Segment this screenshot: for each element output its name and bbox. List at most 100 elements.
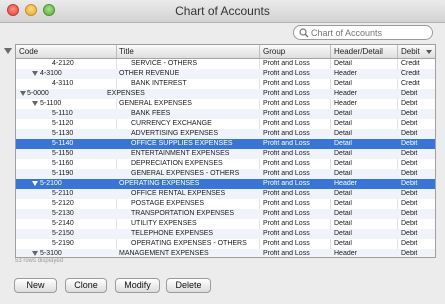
group-cell: Profit and Loss	[263, 210, 310, 217]
code-cell: 5-2150	[52, 230, 74, 237]
column-divider[interactable]	[259, 45, 260, 58]
delete-button[interactable]: Delete	[166, 278, 211, 293]
search-icon	[299, 28, 309, 38]
debit-credit-cell: Debit	[401, 110, 418, 117]
table-row[interactable]: 5-3100 MANAGEMENT EXPENSES Profit and Loss…	[16, 249, 435, 257]
table-row[interactable]: 5-1130 ADVERTISING EXPENSES Profit and Los…	[16, 129, 435, 139]
group-cell: Profit and Loss	[263, 70, 310, 77]
header-detail-cell: Detail	[334, 120, 352, 127]
group-cell: Profit and Loss	[263, 140, 310, 147]
debit-credit-cell: Debit	[401, 90, 418, 97]
title-cell: OPERATING EXPENSES	[119, 180, 200, 187]
table-row[interactable]: 4-2120 SERVICE - OTHERS Profit and Loss Det…	[16, 59, 435, 69]
title-bar[interactable]: Chart of Accounts	[0, 0, 445, 23]
debit-credit-cell: Debit	[401, 190, 418, 197]
table-row[interactable]: 5-1140 OFFICE SUPPLIES EXPENSES Profit and…	[16, 139, 435, 149]
disclosure-triangle-icon[interactable]	[32, 101, 38, 106]
code-cell: 5-1150	[52, 150, 74, 157]
title-cell: CURRENCY EXCHANGE	[131, 120, 212, 127]
code-cell: 4-3110	[52, 80, 74, 87]
column-divider[interactable]	[397, 45, 398, 58]
title-cell: GENERAL EXPENSES	[119, 100, 192, 107]
table-row[interactable]: 5-1190 GENERAL EXPENSES - OTHERS Profit an…	[16, 169, 435, 179]
column-header-code[interactable]: Code	[19, 47, 38, 56]
table-row[interactable]: 5-2140 UTILITY EXPENSES Profit and Loss Det…	[16, 219, 435, 229]
debit-credit-cell: Debit	[401, 170, 418, 177]
header-detail-cell: Detail	[334, 160, 352, 167]
debit-credit-cell: Debit	[401, 130, 418, 137]
table-row[interactable]: 5-1160 DEPRECIATION EXPENSES Profit and Lo…	[16, 159, 435, 169]
title-cell: DEPRECIATION EXPENSES	[131, 160, 223, 167]
table-row[interactable]: 5-1110 BANK FEES Profit and Loss Detail Debi…	[16, 109, 435, 119]
debit-credit-cell: Debit	[401, 120, 418, 127]
collapse-table-toggle-icon[interactable]	[4, 48, 12, 54]
title-cell: BANK INTEREST	[131, 80, 187, 87]
debit-credit-cell: Debit	[401, 200, 418, 207]
table-row[interactable]: 5-1120 CURRENCY EXCHANGE Profit and Loss De…	[16, 119, 435, 129]
header-detail-cell: Detail	[334, 110, 352, 117]
code-cell: 5-2140	[52, 220, 74, 227]
code-cell: 5-1160	[52, 160, 74, 167]
clone-button[interactable]: Clone	[65, 278, 107, 293]
group-cell: Profit and Loss	[263, 190, 310, 197]
title-cell: OFFICE RENTAL EXPENSES	[131, 190, 226, 197]
table-row[interactable]: 5-2130 TRANSPORTATION EXPENSES Profit and …	[16, 209, 435, 219]
group-cell: Profit and Loss	[263, 250, 310, 257]
disclosure-triangle-icon[interactable]	[32, 181, 38, 186]
debit-credit-cell: Debit	[401, 210, 418, 217]
debit-credit-cell: Credit	[401, 60, 420, 67]
header-detail-cell: Header	[334, 180, 357, 187]
title-cell: BANK FEES	[131, 110, 171, 117]
title-cell: ENTERTAINMENT EXPENSES	[131, 150, 230, 157]
accounts-table[interactable]: Code Title Group Header/Detail Debit 4-2…	[15, 44, 436, 258]
title-cell: GENERAL EXPENSES - OTHERS	[131, 170, 240, 177]
column-header-header-detail[interactable]: Header/Detail	[334, 47, 383, 56]
table-row[interactable]: 5-2110 OFFICE RENTAL EXPENSES Profit and L…	[16, 189, 435, 199]
code-cell: 5-2100	[40, 180, 62, 187]
table-row[interactable]: 5-2120 POSTAGE EXPENSES Profit and Loss Det…	[16, 199, 435, 209]
group-cell: Profit and Loss	[263, 60, 310, 67]
column-header-title[interactable]: Title	[119, 47, 134, 56]
column-divider[interactable]	[330, 45, 331, 58]
debit-credit-cell: Credit	[401, 80, 420, 87]
table-row[interactable]: 5-1100 GENERAL EXPENSES Profit and Loss Hea…	[16, 99, 435, 109]
column-divider[interactable]	[116, 45, 117, 58]
table-row[interactable]: 4-3110 BANK INTEREST Profit and Loss Detail…	[16, 79, 435, 89]
header-detail-cell: Detail	[334, 140, 352, 147]
header-detail-cell: Detail	[334, 240, 352, 247]
title-cell: OTHER REVENUE	[119, 70, 180, 77]
table-row[interactable]: 4-3100 OTHER REVENUE Profit and Loss Header…	[16, 69, 435, 79]
title-cell: TRANSPORTATION EXPENSES	[131, 210, 235, 217]
search-input[interactable]	[311, 26, 429, 39]
code-cell: 5-1100	[40, 100, 62, 107]
group-cell: Profit and Loss	[263, 80, 310, 87]
group-cell: Profit and Loss	[263, 180, 310, 187]
modify-button[interactable]: Modify	[115, 278, 160, 293]
search-field[interactable]	[293, 25, 433, 40]
table-row[interactable]: 5-0000 EXPENSES Profit and Loss Header Debit	[16, 89, 435, 99]
table-row[interactable]: 5-2150 TELEPHONE EXPENSES Profit and Loss D…	[16, 229, 435, 239]
header-detail-cell: Detail	[334, 130, 352, 137]
new-button[interactable]: New	[14, 278, 57, 293]
code-cell: 5-2190	[52, 240, 74, 247]
code-cell: 4-2120	[52, 60, 74, 67]
sort-descending-icon[interactable]	[425, 48, 433, 56]
group-cell: Profit and Loss	[263, 120, 310, 127]
header-detail-cell: Detail	[334, 190, 352, 197]
group-cell: Profit and Loss	[263, 110, 310, 117]
column-header-group[interactable]: Group	[263, 47, 285, 56]
disclosure-triangle-icon[interactable]	[32, 71, 38, 76]
table-row[interactable]: 5-2100 OPERATING EXPENSES Profit and Loss H…	[16, 179, 435, 189]
column-header-debit[interactable]: Debit	[401, 47, 420, 56]
group-cell: Profit and Loss	[263, 130, 310, 137]
header-detail-cell: Detail	[334, 220, 352, 227]
code-cell: 5-0000	[27, 90, 49, 97]
disclosure-triangle-icon[interactable]	[32, 251, 38, 256]
table-row[interactable]: 5-2190 OPERATING EXPENSES - OTHERS Profit …	[16, 239, 435, 249]
table-row[interactable]: 5-1150 ENTERTAINMENT EXPENSES Profit and L…	[16, 149, 435, 159]
code-cell: 5-2130	[52, 210, 74, 217]
disclosure-triangle-icon[interactable]	[20, 91, 26, 96]
title-cell: EXPENSES	[107, 90, 145, 97]
table-header: Code Title Group Header/Detail Debit	[16, 45, 435, 59]
header-detail-cell: Header	[334, 70, 357, 77]
